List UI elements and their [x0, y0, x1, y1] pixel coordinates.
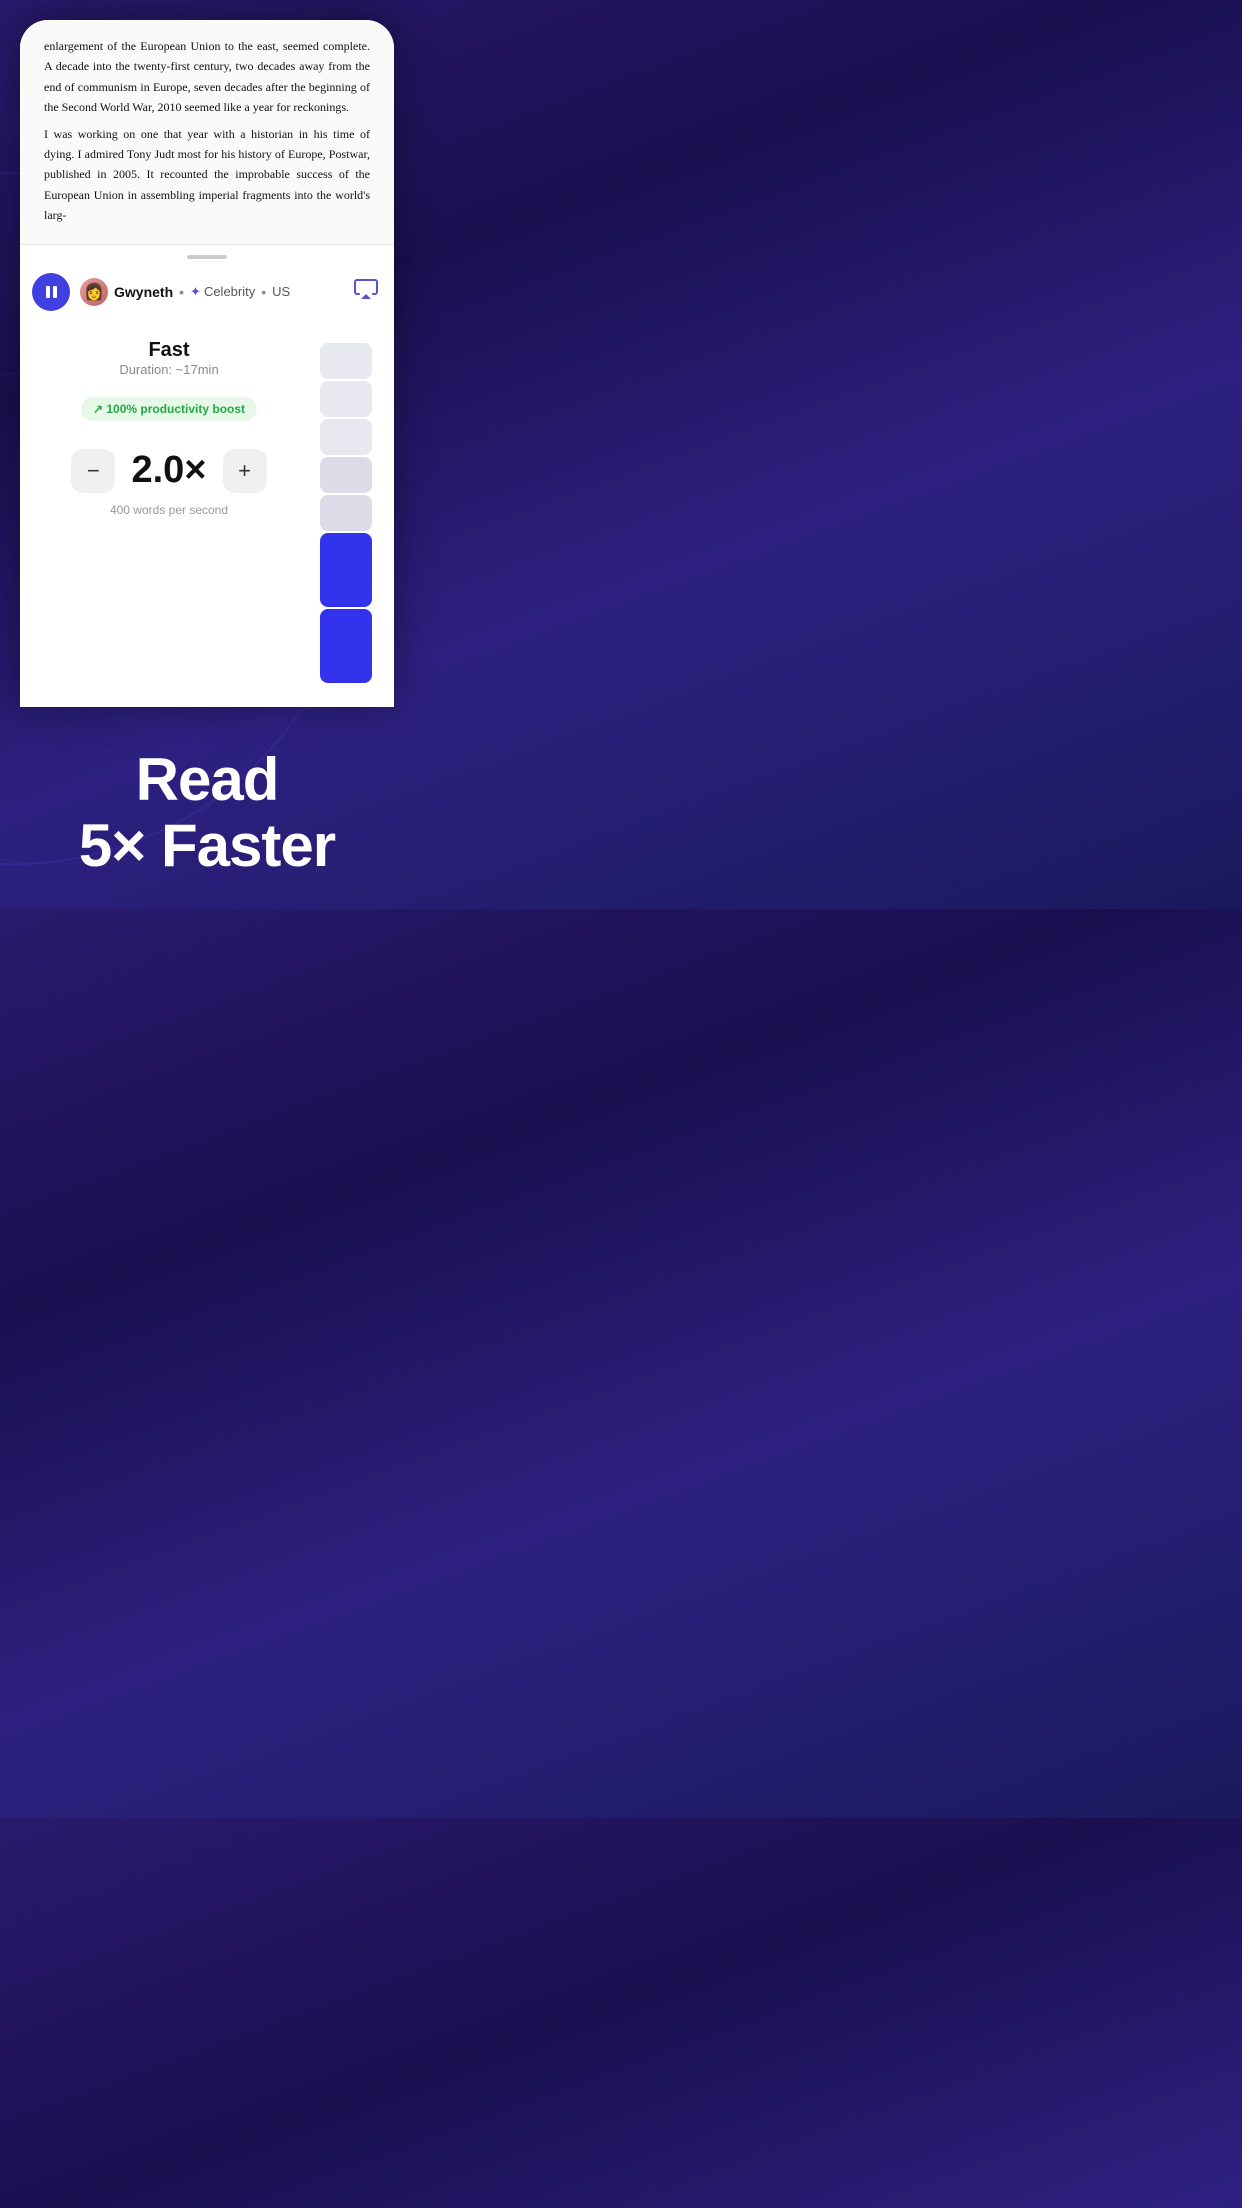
speed-value: 2.0× [131, 449, 206, 492]
speed-controls: − 2.0× + [36, 449, 302, 493]
voice-row: 👩 Gwyneth • ✦ Celebrity • US [20, 265, 394, 323]
voice-name: Gwyneth [114, 284, 173, 300]
main-panel: Fast Duration: ~17min ↗ 100% productivit… [20, 323, 394, 707]
voice-category: ✦ Celebrity [190, 284, 255, 300]
slider-segment-1 [320, 381, 372, 417]
slider-segment-6 [320, 609, 372, 683]
phone-screen: enlargement of the European Union to the… [20, 20, 394, 707]
bottom-text-section: Read 5× Faster [0, 707, 414, 909]
dot-separator-2: • [261, 284, 266, 300]
sparkle-icon: ✦ [190, 284, 201, 300]
bottom-title: Read 5× Faster [24, 747, 390, 879]
slider-section[interactable] [314, 339, 378, 683]
phone-frame: enlargement of the European Union to the… [0, 0, 414, 707]
voice-info: 👩 Gwyneth • ✦ Celebrity • US [80, 278, 344, 306]
avatar: 👩 [80, 278, 108, 306]
speed-duration: Duration: ~17min [36, 362, 302, 377]
speed-section: Fast Duration: ~17min ↗ 100% productivit… [36, 339, 302, 683]
book-paragraph-2: I was working on one that year with a hi… [44, 124, 370, 226]
drag-handle-bar [187, 255, 227, 259]
slider-segment-2 [320, 419, 372, 455]
productivity-badge: ↗ 100% productivity boost [81, 397, 257, 421]
dot-separator-1: • [179, 284, 184, 300]
increase-speed-button[interactable]: + [223, 449, 267, 493]
voice-region: US [272, 284, 290, 299]
wps-label: 400 words per second [36, 503, 302, 517]
slider-segment-4 [320, 495, 372, 531]
airplay-button[interactable] [354, 277, 378, 307]
slider-segment-3 [320, 457, 372, 493]
slider-segment-5 [320, 533, 372, 607]
book-text-area: enlargement of the European Union to the… [20, 20, 394, 245]
slider-segment-0 [320, 343, 372, 379]
pause-icon [44, 285, 58, 299]
pause-button[interactable] [32, 273, 70, 311]
decrease-speed-button[interactable]: − [71, 449, 115, 493]
slider-track [320, 343, 372, 683]
book-paragraph-1: enlargement of the European Union to the… [44, 36, 370, 118]
speed-title: Fast [36, 339, 302, 362]
drag-handle-container [20, 245, 394, 265]
